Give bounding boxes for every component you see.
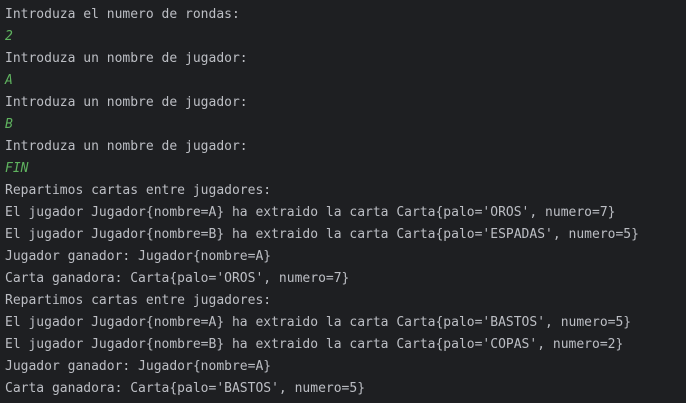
- console-output-line: El jugador Jugador{nombre=B} ha extraido…: [5, 337, 624, 352]
- console-output-line: Repartimos cartas entre jugadores:: [5, 183, 272, 198]
- console-output-line: El jugador Jugador{nombre=A} ha extraido…: [5, 315, 632, 330]
- console-output-line: El jugador Jugador{nombre=B} ha extraido…: [5, 227, 639, 242]
- console-output-line: Jugador ganador: Jugador{nombre=A}: [5, 249, 272, 264]
- console-output-line: Carta ganadora: Carta{palo='BASTOS', num…: [5, 381, 366, 396]
- console-output-line: Introduza un nombre de jugador:: [5, 139, 248, 154]
- console-input-line: B: [5, 117, 13, 132]
- console-input-line: FIN: [5, 161, 29, 176]
- console-output-line: Introduza el numero de rondas:: [5, 7, 240, 22]
- console-output-line: Carta ganadora: Carta{palo='OROS', numer…: [5, 271, 350, 286]
- console-output-line: Introduza un nombre de jugador:: [5, 51, 248, 66]
- console-output-line: Repartimos cartas entre jugadores:: [5, 293, 272, 308]
- console-output-line: El jugador Jugador{nombre=A} ha extraido…: [5, 205, 616, 220]
- console-input-line: 2: [5, 29, 13, 44]
- run-console[interactable]: Introduza el numero de rondas: 2 Introdu…: [0, 4, 686, 403]
- console-output-line: Introduza un nombre de jugador:: [5, 95, 248, 110]
- console-output-line: Jugador ganador: Jugador{nombre=A}: [5, 359, 272, 374]
- console-input-line: A: [5, 73, 13, 88]
